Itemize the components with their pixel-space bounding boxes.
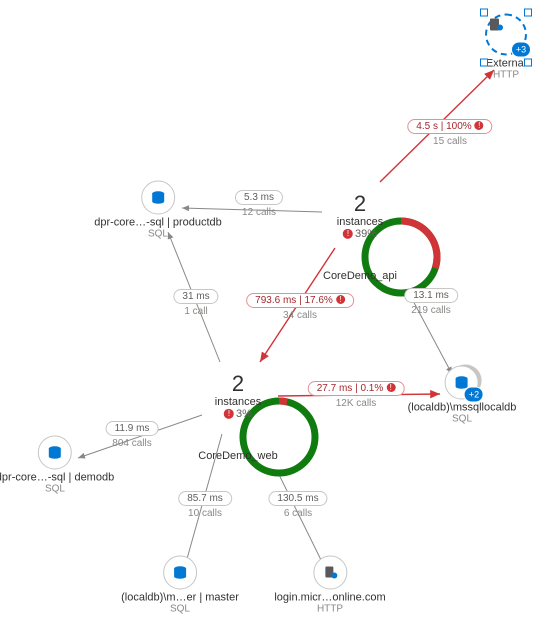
node-external[interactable]: +3 External HTTP (485, 14, 527, 81)
api-inst-label: instances (337, 216, 383, 228)
cloud-server-icon (322, 565, 338, 581)
web-instances: 2 (215, 372, 261, 396)
master-title: (localdb)\m…er | master (121, 592, 239, 604)
node-master[interactable]: (localdb)\m…er | master SQL (121, 556, 239, 615)
api-instances: 2 (337, 192, 383, 216)
mssql-badge: +2 (464, 387, 484, 403)
productdb-title: dpr-core…-sql | productdb (94, 217, 222, 229)
sql-icon (47, 445, 63, 461)
web-title: CoreDemo_web (168, 450, 308, 462)
node-mssql[interactable]: +2 (localdb)\mssqllocaldb SQL (408, 366, 517, 425)
demodb-sub: SQL (0, 484, 114, 495)
login-sub: HTTP (274, 604, 385, 615)
login-title: login.micr…online.com (274, 592, 385, 604)
sql-icon (172, 565, 188, 581)
external-sub: HTTP (485, 70, 527, 81)
sql-icon (150, 190, 166, 206)
master-sub: SQL (121, 604, 239, 615)
web-pct: !3% (215, 408, 261, 420)
web-inst-label: instances (215, 396, 261, 408)
productdb-sub: SQL (94, 229, 222, 240)
edge-layer (0, 0, 550, 640)
cloud-server-icon (487, 16, 505, 34)
node-login[interactable]: login.micr…online.com HTTP (274, 556, 385, 615)
demodb-title: dpr-core…-sql | demodb (0, 472, 114, 484)
node-productdb[interactable]: dpr-core…-sql | productdb SQL (94, 181, 222, 240)
mssql-sub: SQL (408, 414, 517, 425)
external-badge: +3 (511, 42, 531, 58)
api-title: CoreDemo_api (290, 270, 430, 282)
mssql-title: (localdb)\mssqllocaldb (408, 402, 517, 414)
external-title: External (485, 58, 527, 70)
api-pct: !39% (337, 228, 383, 240)
node-demodb[interactable]: dpr-core…-sql | demodb SQL (0, 436, 114, 495)
